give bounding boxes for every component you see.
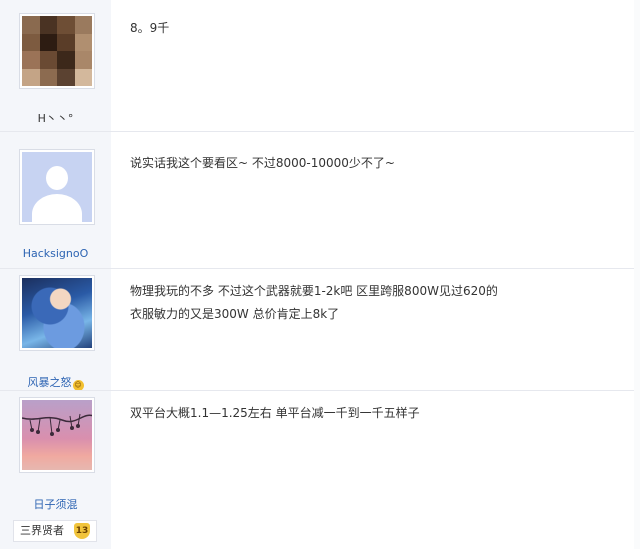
sunset-branches-avatar-image <box>22 400 92 470</box>
username: 风暴之怒 <box>27 376 72 389</box>
level-badge-icon: 13 <box>74 523 90 539</box>
post-content: 物理我玩的不多 不过这个武器就要1-2k吧 区里跨服800W见过620的 衣服敏… <box>130 280 498 326</box>
content-line: 双平台大概1.1—1.25左右 单平台减一千到一千五样子 <box>130 406 420 420</box>
default-user-avatar-icon <box>22 152 92 222</box>
avatar[interactable] <box>19 397 95 473</box>
content-line: 说实话我这个要看区~ 不过8000-10000少不了~ <box>130 156 395 170</box>
avatar[interactable] <box>19 275 95 351</box>
pixelated-avatar-image <box>22 16 92 86</box>
post-divider <box>0 390 640 391</box>
username[interactable]: 日子须混 <box>0 496 111 512</box>
content-line: 衣服敏力的又是300W 总价肯定上8k了 <box>130 307 340 321</box>
post-content: 8。9千 <box>130 17 169 40</box>
post-content: 说实话我这个要看区~ 不过8000-10000少不了~ <box>130 152 395 175</box>
post-divider <box>0 131 640 132</box>
post-divider <box>0 268 640 269</box>
rank-badge[interactable]: 三界贤者 13 <box>13 520 97 542</box>
content-line: 8。9千 <box>130 21 170 35</box>
username-with-emoji[interactable]: 风暴之怒 ☺ <box>0 374 111 391</box>
content-line: 物理我玩的不多 不过这个武器就要1-2k吧 区里跨服800W见过620的 <box>130 284 498 298</box>
fantasy-character-avatar-image <box>22 278 92 348</box>
scroll-track[interactable] <box>634 0 640 549</box>
avatar[interactable] <box>19 149 95 225</box>
rank-label: 三界贤者 <box>20 524 64 537</box>
avatar[interactable] <box>19 13 95 89</box>
post-content: 双平台大概1.1—1.25左右 单平台减一千到一千五样子 <box>130 402 420 425</box>
username[interactable]: HacksignoO <box>0 247 111 260</box>
username[interactable]: H丶丶° <box>0 110 111 126</box>
